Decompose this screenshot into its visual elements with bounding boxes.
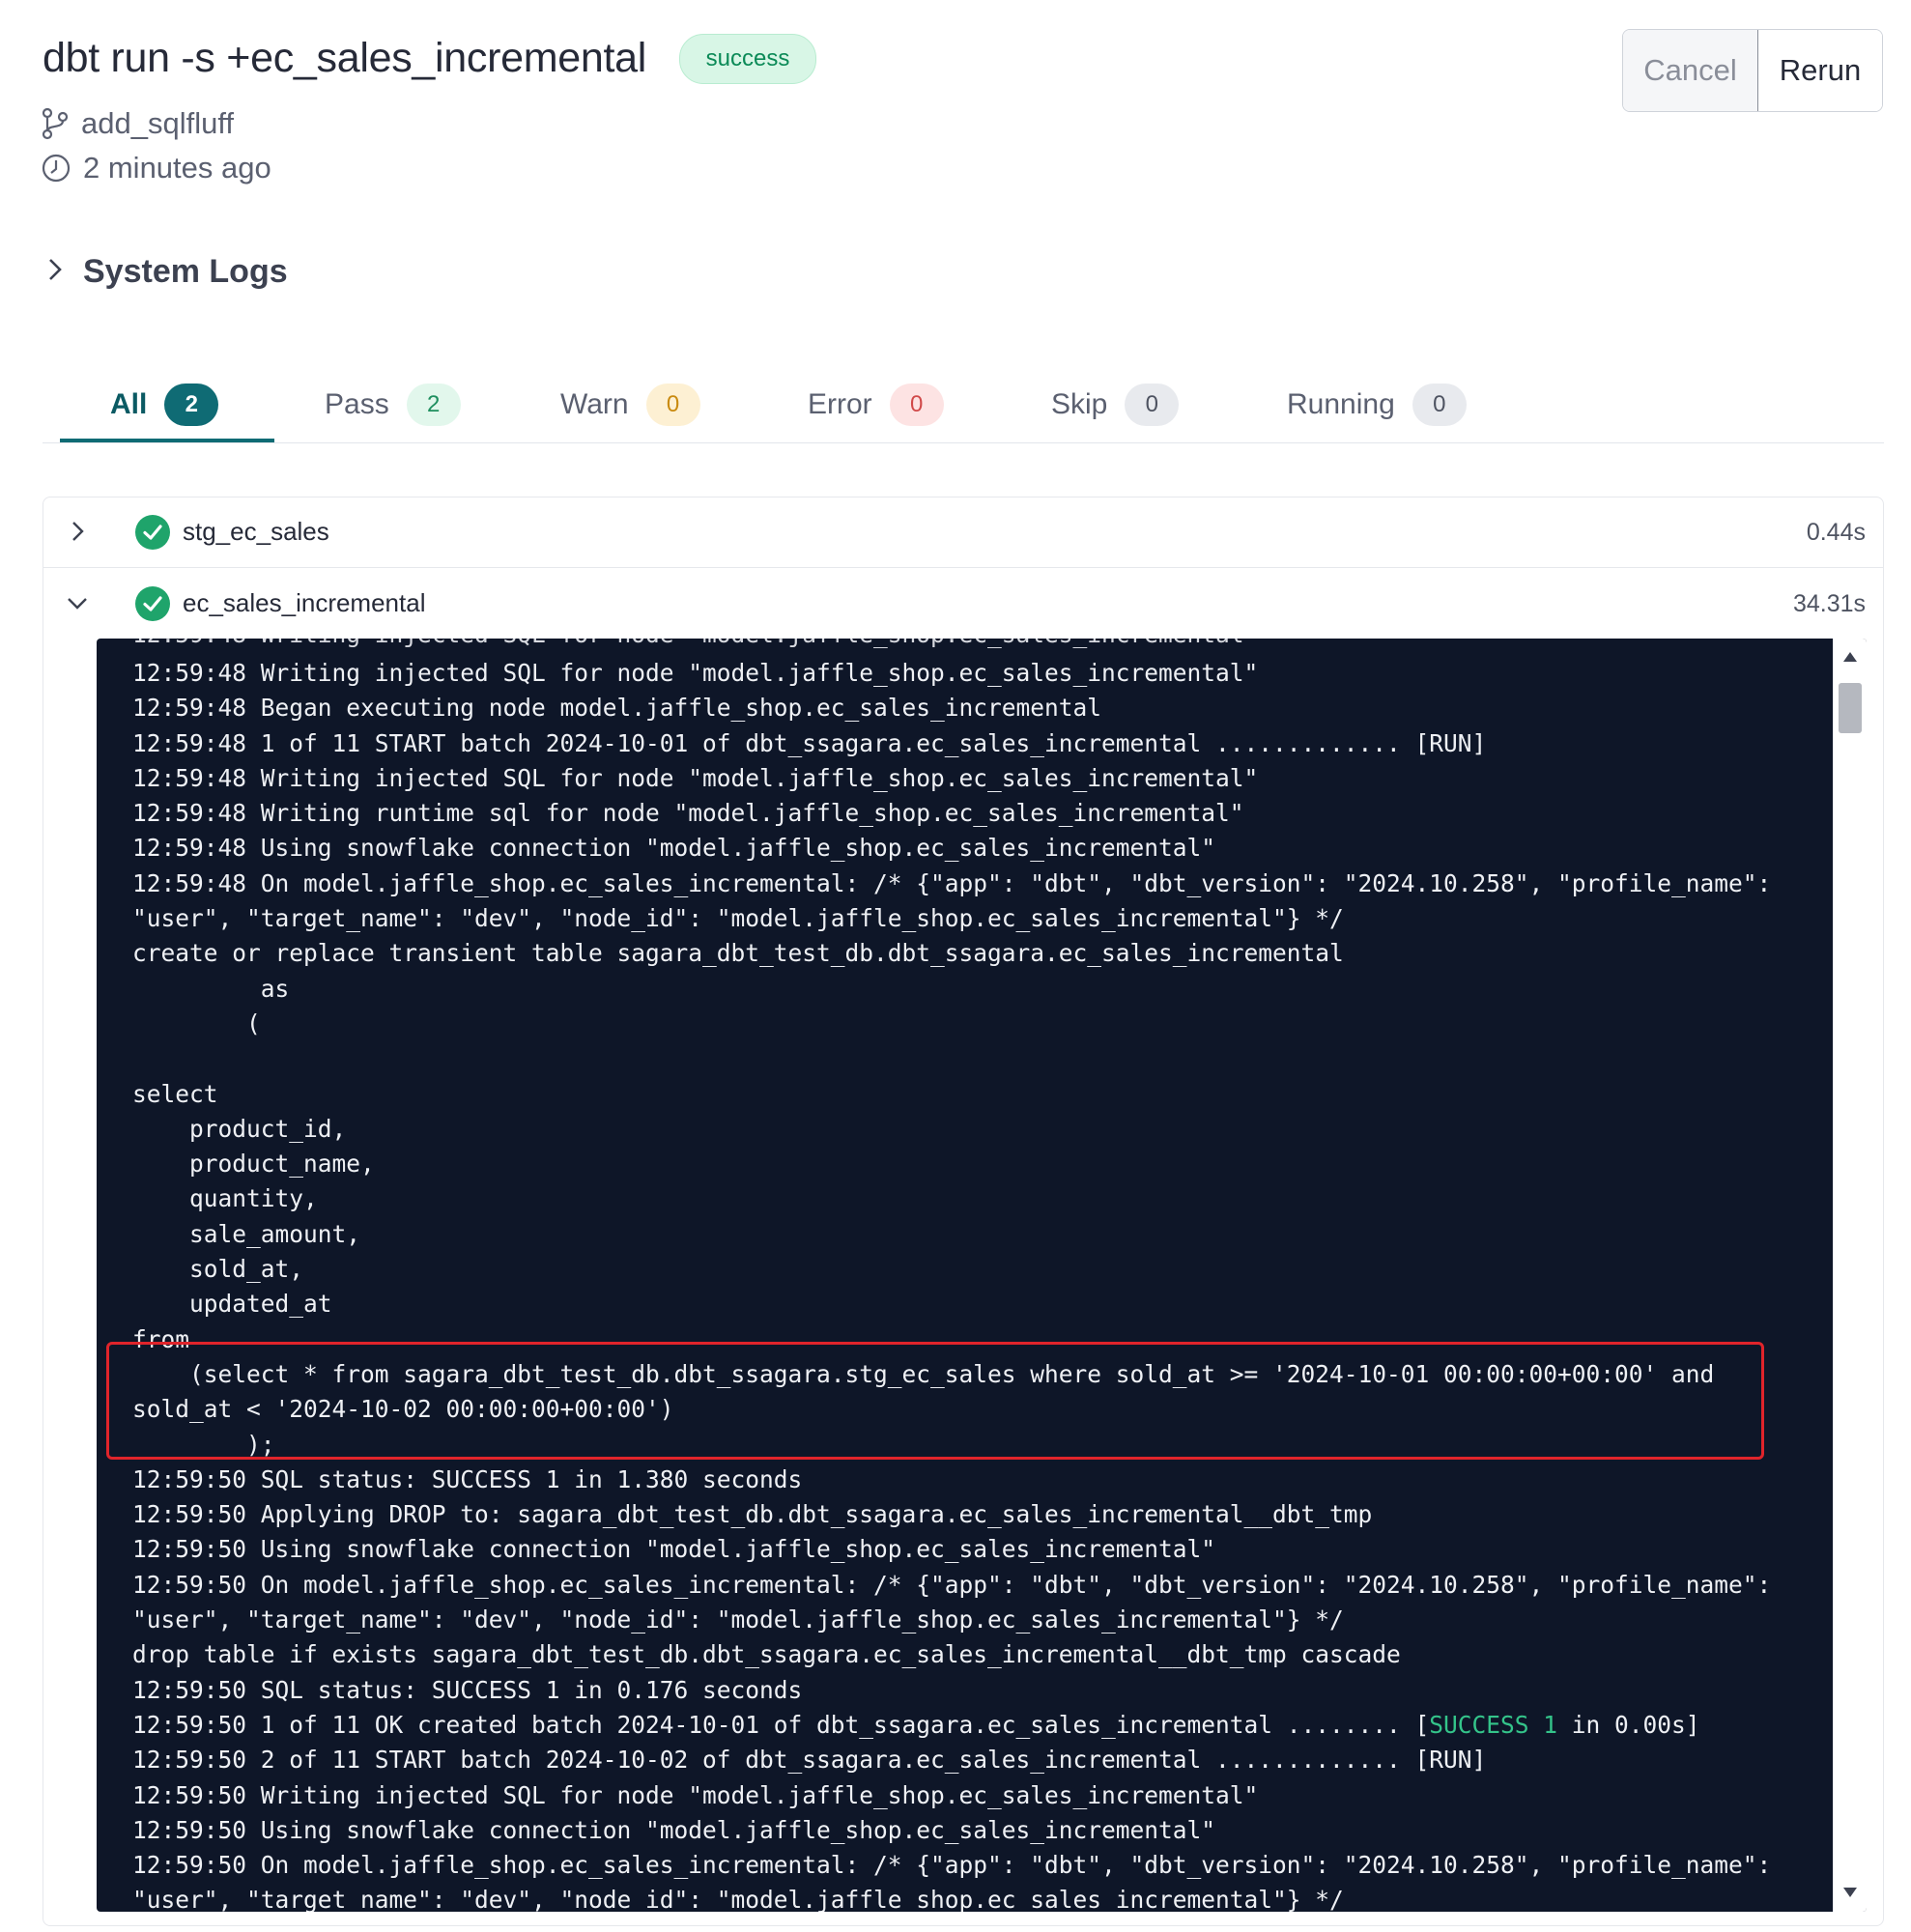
node-log-output[interactable]: 12:59:48 Writing injected SQL for node "…	[97, 639, 1867, 1912]
tab-label: Skip	[1051, 388, 1108, 420]
log-line: create or replace transient table sagara…	[132, 939, 1344, 968]
log-line: 12:59:48 Using snowflake connection "mod…	[132, 834, 1216, 863]
log-line: quantity,	[132, 1184, 318, 1213]
log-line: product_id,	[132, 1114, 347, 1143]
node-name: stg_ec_sales	[183, 517, 329, 546]
log-line: 12:59:48 Began executing node model.jaff…	[132, 694, 1102, 723]
rerun-button[interactable]: Rerun	[1756, 30, 1882, 111]
run-actions: Cancel Rerun	[1622, 29, 1883, 112]
log-line: "user", "target_name": "dev", "node_id":…	[132, 1605, 1344, 1634]
scroll-up-icon[interactable]	[1841, 650, 1859, 668]
branch-name: add_sqlfluff	[81, 106, 234, 140]
log-line: product_name,	[132, 1150, 375, 1179]
log-line: 12:59:50 SQL status: SUCCESS 1 in 1.380 …	[132, 1464, 803, 1493]
log-line: sold_at,	[132, 1255, 304, 1284]
log-line: updated_at	[132, 1290, 332, 1319]
log-line: drop table if exists sagara_dbt_test_db.…	[132, 1640, 1401, 1669]
git-branch-icon	[41, 107, 70, 140]
log-line: 12:59:50 Applying DROP to: sagara_dbt_te…	[132, 1500, 1373, 1529]
tab-label: All	[110, 388, 148, 420]
system-logs-toggle[interactable]: System Logs	[46, 253, 288, 291]
log-line: 12:59:48 Writing injected SQL for node "…	[132, 763, 1259, 792]
log-line: 12:59:48 On model.jaffle_shop.ec_sales_i…	[132, 868, 1772, 897]
log-line: 12:59:50 2 of 11 START batch 2024-10-02 …	[132, 1746, 1487, 1775]
clock-icon	[41, 153, 71, 184]
chevron-down-icon[interactable]	[65, 590, 90, 622]
log-line: select	[132, 1079, 218, 1108]
log-line: 12:59:50 On model.jaffle_shop.ec_sales_i…	[132, 1570, 1772, 1599]
tab-all[interactable]: All 2	[110, 367, 219, 442]
node-name: ec_sales_incremental	[183, 588, 426, 617]
log-line: 12:59:50 1 of 11 OK created batch 2024-1…	[132, 1710, 1700, 1739]
log-line: 12:59:48 1 of 11 START batch 2024-10-01 …	[132, 728, 1487, 757]
tab-count: 2	[164, 384, 219, 426]
log-scrollbar[interactable]	[1833, 639, 1867, 1912]
cancel-button[interactable]: Cancel	[1623, 30, 1757, 111]
log-line: 12:59:48 Writing runtime sql for node "m…	[132, 799, 1244, 828]
tab-count: 2	[406, 384, 461, 426]
active-tab-indicator	[60, 439, 274, 442]
log-line: (	[132, 1009, 261, 1037]
node-duration: 0.44s	[1806, 519, 1866, 546]
tab-label: Running	[1287, 388, 1395, 420]
success-check-icon	[134, 514, 171, 557]
log-line: sale_amount,	[132, 1219, 361, 1248]
log-line: as	[132, 974, 290, 1003]
tab-count: 0	[645, 384, 700, 426]
highlight-annotation-box	[106, 1342, 1764, 1460]
success-token: SUCCESS 1	[1429, 1710, 1558, 1739]
log-line: "user", "target_name": "dev", "node_id":…	[132, 1886, 1344, 1912]
chevron-right-icon[interactable]	[65, 519, 90, 551]
scroll-down-icon[interactable]	[1841, 1886, 1859, 1904]
log-line: 12:59:50 Writing injected SQL for node "…	[132, 1780, 1259, 1809]
tab-pass[interactable]: Pass 2	[325, 367, 461, 442]
system-logs-label: System Logs	[83, 253, 288, 290]
run-time-info: 2 minutes ago	[41, 151, 271, 185]
scrollbar-thumb[interactable]	[1839, 683, 1862, 733]
tab-label: Error	[808, 388, 872, 420]
run-command-title: dbt run -s +ec_sales_incremental	[43, 35, 646, 81]
success-check-icon	[134, 585, 171, 629]
tab-count: 0	[889, 384, 944, 426]
log-line: "user", "target_name": "dev", "node_id":…	[132, 904, 1344, 933]
node-row-ec-sales-incremental[interactable]: ec_sales_incremental 34.31s	[43, 569, 1883, 639]
status-filter-tabs: All 2 Pass 2 Warn 0 Error 0 Skip 0 Runni…	[43, 367, 1884, 443]
tab-label: Warn	[560, 388, 629, 420]
log-line: 12:59:50 On model.jaffle_shop.ec_sales_i…	[132, 1851, 1772, 1880]
log-line: 12:59:50 SQL status: SUCCESS 1 in 0.176 …	[132, 1675, 803, 1704]
node-duration: 34.31s	[1792, 590, 1866, 617]
tab-label: Pass	[325, 388, 389, 420]
status-badge: success	[679, 34, 816, 84]
time-ago: 2 minutes ago	[83, 151, 271, 185]
node-results-list: stg_ec_sales 0.44s ec_sales_incremental …	[43, 497, 1884, 1926]
log-line: 12:59:50 Using snowflake connection "mod…	[132, 1815, 1216, 1844]
tab-count: 0	[1412, 384, 1467, 426]
log-line-cutoff: 12:59:48 Writing injected SQL for node "…	[132, 639, 1258, 652]
log-line: 12:59:48 Writing injected SQL for node "…	[132, 659, 1259, 687]
tab-error[interactable]: Error 0	[808, 367, 944, 442]
chevron-right-icon	[46, 253, 64, 291]
tab-count: 0	[1125, 384, 1180, 426]
log-line: 12:59:50 Using snowflake connection "mod…	[132, 1535, 1216, 1564]
tab-skip[interactable]: Skip 0	[1051, 367, 1180, 442]
tab-warn[interactable]: Warn 0	[560, 367, 700, 442]
tab-running[interactable]: Running 0	[1287, 367, 1467, 442]
branch-info: add_sqlfluff	[41, 106, 234, 141]
log-text: 12:59:48 Writing injected SQL for node "…	[132, 656, 1771, 1912]
node-row-stg-ec-sales[interactable]: stg_ec_sales 0.44s	[43, 497, 1883, 568]
